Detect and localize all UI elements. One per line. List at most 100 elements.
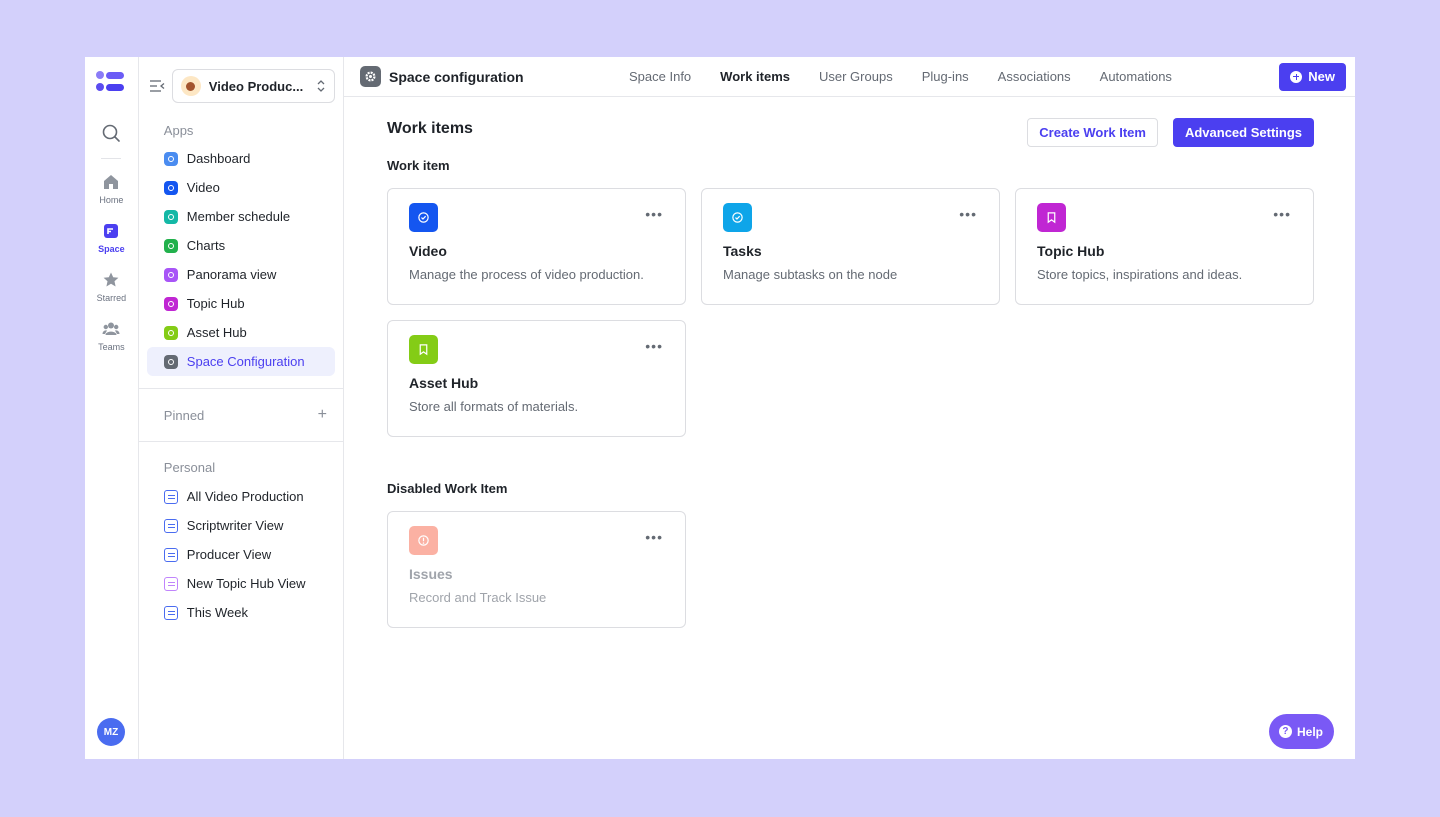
content-area: Work items Create Work Item Advanced Set… [344,118,1355,628]
star-icon [103,272,119,287]
work-item-card-video[interactable]: ••• Video Manage the process of video prod… [387,188,686,305]
page-title: Space configuration [389,68,524,85]
space-name: Video Produc... [208,78,304,94]
card-title: Asset Hub [409,375,479,391]
bookmark-icon [1037,203,1066,232]
sidebar-item-asset-hub[interactable]: Asset Hub [147,318,335,347]
card-description: Store topics, inspirations and ideas. [1037,267,1243,282]
space-icon [104,224,119,238]
tab-work-items[interactable]: Work items [720,69,790,84]
sidebar-item-label: Video [186,180,220,195]
chevron-updown-icon [317,80,325,92]
work-item-card-asset-hub[interactable]: ••• Asset Hub Store all formats of materia… [387,320,686,437]
rail-item-label: Home [99,195,124,205]
more-options-icon[interactable]: ••• [645,207,663,221]
card-description: Store all formats of materials. [409,399,579,414]
card-title: Tasks [723,243,762,259]
app-icon [163,238,178,253]
add-pinned-icon[interactable]: + [318,407,327,423]
apps-list: Dashboard Video Member schedule Charts Panor… [139,144,343,376]
sidebar-item-label: Asset Hub [186,325,247,340]
card-description: Record and Track Issue [409,590,547,605]
check-circle-icon [409,203,438,232]
sidebar-item-panorama-view[interactable]: Panorama view [147,260,335,289]
disabled-group-label: Disabled Work Item [387,481,508,496]
sidebar: Video Produc... Apps Dashboard Video Membe… [138,57,344,759]
section-heading: Work items [387,120,473,137]
sidebar-item-member-schedule[interactable]: Member schedule [147,202,335,231]
alert-circle-icon [409,526,438,555]
personal-list: All Video Production Scriptwriter View Pro… [139,482,343,627]
card-title: Topic Hub [1037,243,1105,259]
sidebar-item-charts[interactable]: Charts [147,231,335,260]
more-options-icon[interactable]: ••• [959,207,977,221]
list-view-icon [163,576,178,591]
create-work-item-button[interactable]: Create Work Item [1027,118,1158,147]
space-selector[interactable]: Video Produc... [171,69,335,103]
list-view-icon [163,518,178,533]
plus-circle-icon [1290,70,1303,83]
space-avatar-icon [180,76,201,96]
personal-view-new-topic-hub-view[interactable]: New Topic Hub View [147,569,335,598]
view-label: New Topic Hub View [186,576,306,591]
app-icon [163,354,178,369]
avatar[interactable]: MZ [97,718,125,746]
rail-item-label: Teams [98,342,125,352]
search-icon[interactable] [101,123,121,143]
work-item-grid: ••• Video Manage the process of video prod… [387,188,1314,437]
more-options-icon[interactable]: ••• [645,339,663,353]
personal-view-all-video-production[interactable]: All Video Production [147,482,335,511]
personal-view-producer-view[interactable]: Producer View [147,540,335,569]
app-icon [163,325,178,340]
rail-item-space[interactable]: Space [98,222,125,254]
card-title: Issues [409,566,453,582]
main-panel: Space configuration Space Info Work items… [344,57,1355,759]
sidebar-item-label: Topic Hub [186,296,245,311]
tab-associations[interactable]: Associations [998,69,1071,84]
rail-item-starred[interactable]: Starred [96,271,127,303]
sidebar-item-space-configuration[interactable]: Space Configuration [146,347,335,376]
help-label: Help [1296,724,1323,739]
sidebar-item-label: Member schedule [186,209,291,224]
tab-user-groups[interactable]: User Groups [819,69,893,84]
app-icon [163,267,178,282]
rail-item-teams[interactable]: Teams [98,320,125,352]
app-logo[interactable] [94,71,126,95]
sidebar-divider [138,441,343,442]
more-options-icon[interactable]: ••• [1273,207,1291,221]
collapse-sidebar-icon[interactable] [149,78,165,94]
tab-plug-ins[interactable]: Plug-ins [922,69,969,84]
list-view-icon [163,489,178,504]
home-icon [104,175,119,189]
view-label: This Week [186,605,248,620]
personal-view-scriptwriter-view[interactable]: Scriptwriter View [147,511,335,540]
sidebar-item-topic-hub[interactable]: Topic Hub [147,289,335,318]
more-options-icon[interactable]: ••• [645,530,663,544]
sidebar-item-video[interactable]: Video [147,173,335,202]
new-button[interactable]: New [1279,62,1346,91]
tab-space-info[interactable]: Space Info [629,69,691,84]
rail-item-label: Starred [96,293,127,303]
nav-rail: Home Space Starred Teams MZ [85,57,139,759]
question-icon: ? [1278,725,1292,738]
sidebar-item-label: Space Configuration [186,354,305,369]
app-icon [163,209,178,224]
pinned-section-title: Pinned [163,407,205,423]
app-icon [163,151,178,166]
new-button-label: New [1308,69,1335,84]
tabs: Space Info Work items User Groups Plug-ins A… [629,69,1279,84]
sidebar-item-dashboard[interactable]: Dashboard [147,144,335,173]
view-label: Scriptwriter View [186,518,284,533]
work-item-card-topic-hub[interactable]: ••• Topic Hub Store topics, inspirations a… [1015,188,1314,305]
help-button[interactable]: ? Help [1268,714,1334,749]
pinned-section: Pinned + [139,389,343,441]
tab-automations[interactable]: Automations [1100,69,1172,84]
advanced-settings-button[interactable]: Advanced Settings [1172,118,1314,147]
rail-item-home[interactable]: Home [99,173,123,205]
check-circle-icon [723,203,752,232]
personal-view-this-week[interactable]: This Week [147,598,335,627]
work-item-card-issues[interactable]: ••• Issues Record and Track Issue [387,511,686,628]
header: Space configuration Space Info Work items… [344,57,1355,97]
work-item-card-tasks[interactable]: ••• Tasks Manage subtasks on the node [701,188,1000,305]
list-view-icon [163,605,178,620]
